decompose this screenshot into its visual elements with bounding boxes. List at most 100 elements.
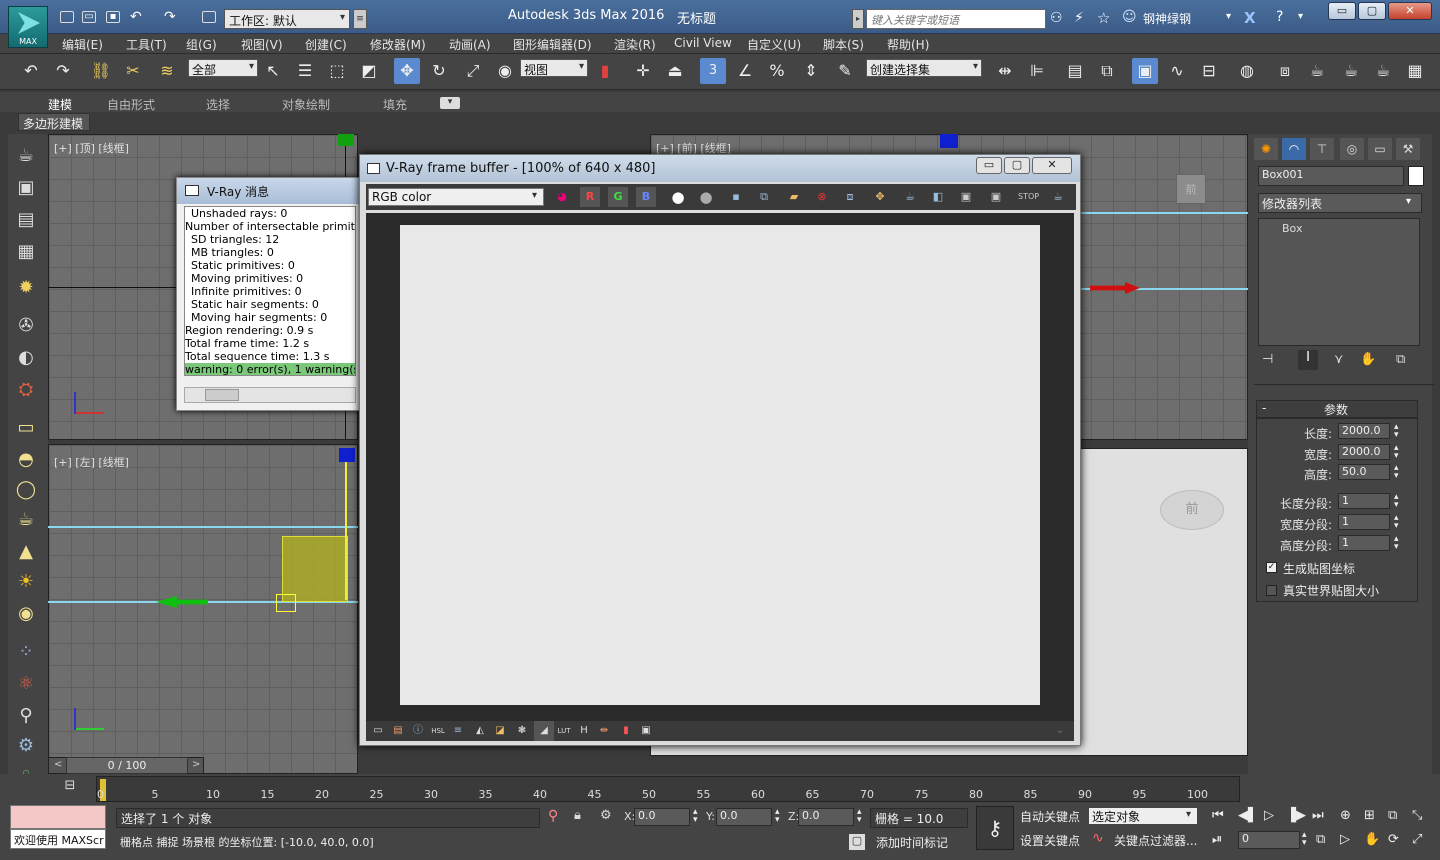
- render-image[interactable]: [400, 225, 1040, 705]
- particles-icon[interactable]: ⁘: [12, 640, 40, 664]
- red-channel-button[interactable]: R: [580, 187, 600, 207]
- video-camera-icon[interactable]: ⛭: [12, 378, 40, 402]
- reference-coord-select[interactable]: 视图: [520, 59, 588, 77]
- utilities-tab-icon[interactable]: ⚒: [1396, 138, 1420, 160]
- save-all-icon[interactable]: ⧉: [754, 187, 774, 207]
- hierarchy-tab-icon[interactable]: ⊤: [1310, 138, 1334, 160]
- molecule-icon[interactable]: ⚛: [12, 672, 40, 696]
- add-time-tag[interactable]: 添加时间标记: [876, 834, 948, 851]
- menu-help[interactable]: 帮助(H): [887, 36, 929, 53]
- curves-icon[interactable]: ◪: [490, 721, 510, 741]
- viewport-top-label[interactable]: [+] [顶] [线框]: [54, 140, 129, 156]
- bind-space-warp-icon[interactable]: ≋: [154, 58, 180, 84]
- time-slider-thumb[interactable]: 0 / 100: [66, 757, 188, 774]
- disc-icon[interactable]: ◉: [12, 602, 40, 626]
- hemisphere-icon[interactable]: ◓: [12, 448, 40, 472]
- project-folder-icon[interactable]: [202, 11, 216, 23]
- menu-scripting[interactable]: 脚本(S): [823, 36, 864, 53]
- sphere-icon[interactable]: ◯: [12, 478, 40, 502]
- mono-icon[interactable]: ●: [696, 187, 716, 207]
- maximize-viewport-icon[interactable]: ⤢: [1412, 832, 1422, 847]
- h-icon[interactable]: H: [574, 721, 594, 741]
- user-icon[interactable]: ☺: [1122, 9, 1137, 25]
- time-slider-next-icon[interactable]: >: [192, 759, 200, 770]
- zoom-all-icon[interactable]: ⤡: [1412, 808, 1422, 823]
- tab-populate[interactable]: 填充: [383, 96, 407, 113]
- vray-frame-buffer-window[interactable]: V-Ray frame buffer - [100% of 640 x 480]…: [359, 154, 1081, 746]
- vray-messages-window[interactable]: V-Ray 消息 Unshaded rays: 0 Number of inte…: [176, 177, 362, 411]
- orbit-icon[interactable]: ⟳: [1388, 832, 1399, 847]
- open-file-icon[interactable]: ▭: [82, 11, 96, 23]
- left-gizmo-plane[interactable]: [276, 594, 296, 612]
- fb-maximize-button[interactable]: ▢: [1004, 157, 1030, 174]
- render-canvas-area[interactable]: [366, 213, 1074, 725]
- render-setup-icon[interactable]: ⧈: [1272, 58, 1298, 84]
- undo-icon[interactable]: ↶: [18, 58, 44, 84]
- mini-curve-editor-icon[interactable]: ⊟: [58, 778, 82, 800]
- hsl-icon[interactable]: HSL: [428, 721, 448, 741]
- undo-icon[interactable]: ↶: [130, 9, 142, 25]
- channel-select[interactable]: RGB color: [368, 188, 544, 206]
- workspace-select[interactable]: 工作区: 默认: [224, 9, 350, 29]
- height-spinner-icon[interactable]: ▴ ▾: [1394, 464, 1399, 481]
- key-mode-dropdown-icon[interactable]: ▾: [1186, 809, 1191, 820]
- teapot-icon[interactable]: ☕: [12, 144, 40, 168]
- menu-edit[interactable]: 编辑(E): [62, 36, 103, 53]
- help-dropdown-icon[interactable]: ▾: [1298, 11, 1303, 22]
- curve-editor-icon[interactable]: ∿: [1164, 58, 1190, 84]
- place-icon[interactable]: ◉: [492, 58, 518, 84]
- modifier-stack-item[interactable]: Box: [1282, 222, 1302, 235]
- new-file-icon[interactable]: [60, 11, 74, 23]
- select-by-name-icon[interactable]: ☰: [292, 58, 318, 84]
- blue-channel-button[interactable]: B: [636, 187, 656, 207]
- rendered-frame-window-icon[interactable]: ☕: [1304, 58, 1330, 84]
- remove-modifier-icon[interactable]: ✋: [1360, 352, 1376, 367]
- color-corrections-icon[interactable]: ▤: [388, 721, 408, 741]
- set-key-icon[interactable]: ⚷: [976, 806, 1014, 850]
- height-segs-spinner-icon[interactable]: ▴ ▾: [1394, 535, 1399, 552]
- x-coord-input[interactable]: 0.0: [634, 808, 690, 826]
- object-color-swatch[interactable]: [1408, 166, 1424, 186]
- edit-named-selection-icon[interactable]: ✎: [832, 58, 858, 84]
- go-to-end-icon[interactable]: ⏭: [1312, 808, 1324, 823]
- modifier-list-select[interactable]: 修改器列表: [1258, 193, 1422, 213]
- lut-icon[interactable]: LUT: [554, 721, 574, 741]
- play-icon[interactable]: ▷: [1264, 808, 1274, 823]
- key-filter-curve-icon[interactable]: ∿: [1092, 830, 1104, 846]
- curve-tool-icon[interactable]: ◢: [534, 721, 554, 741]
- tripod-icon[interactable]: ⚲: [12, 704, 40, 728]
- x-spinner-icon[interactable]: ▴ ▾: [693, 808, 698, 825]
- rgb-channels-icon[interactable]: ◕: [552, 187, 572, 207]
- camera-icon[interactable]: ✇: [12, 314, 40, 338]
- real-world-map-checkbox[interactable]: [1266, 585, 1277, 596]
- save-image-icon[interactable]: ▪: [726, 187, 746, 207]
- length-segs-spinner-icon[interactable]: ▴ ▾: [1394, 493, 1399, 510]
- compare-icon[interactable]: ▣: [986, 187, 1006, 207]
- length-spinner-icon[interactable]: ▴ ▾: [1394, 423, 1399, 440]
- align-icon[interactable]: ⊫: [1024, 58, 1050, 84]
- window-crossing-icon[interactable]: ◩: [356, 58, 382, 84]
- menu-customize[interactable]: 自定义(U): [747, 36, 801, 53]
- configure-sets-icon[interactable]: ⧉: [1396, 352, 1405, 367]
- scrollbar-thumb[interactable]: [205, 389, 239, 401]
- length-input[interactable]: 2000.0: [1338, 423, 1390, 439]
- left-box-object[interactable]: [282, 536, 348, 602]
- next-frame-icon[interactable]: ▐▶: [1286, 808, 1306, 823]
- user-dropdown-icon[interactable]: ▾: [1226, 11, 1231, 22]
- copy-to-max-fb-icon[interactable]: ⧈: [840, 187, 860, 207]
- pivot-center-icon[interactable]: ▮: [592, 58, 618, 84]
- cone-icon[interactable]: ▲: [12, 540, 40, 564]
- zoom-extents-icon[interactable]: ⧉: [1388, 808, 1397, 823]
- spinner-snap-icon[interactable]: ⇕: [798, 58, 824, 84]
- fb-close-button[interactable]: ✕: [1032, 157, 1072, 174]
- z-spinner-icon[interactable]: ▴ ▾: [857, 808, 862, 825]
- create-tab-icon[interactable]: ✺: [1254, 138, 1278, 160]
- gen-map-coords-checkbox[interactable]: ✓: [1266, 562, 1277, 573]
- selection-filter-select[interactable]: 全部: [188, 59, 258, 77]
- render-frame-icon[interactable]: ▦: [1402, 58, 1428, 84]
- mirror-icon[interactable]: ⇹: [992, 58, 1018, 84]
- load-image-icon[interactable]: ▰: [784, 187, 804, 207]
- select-object-icon[interactable]: ↖: [260, 58, 286, 84]
- tab-freeform[interactable]: 自由形式: [107, 96, 155, 113]
- ribbon-toggle-icon[interactable]: ▣: [1132, 58, 1158, 84]
